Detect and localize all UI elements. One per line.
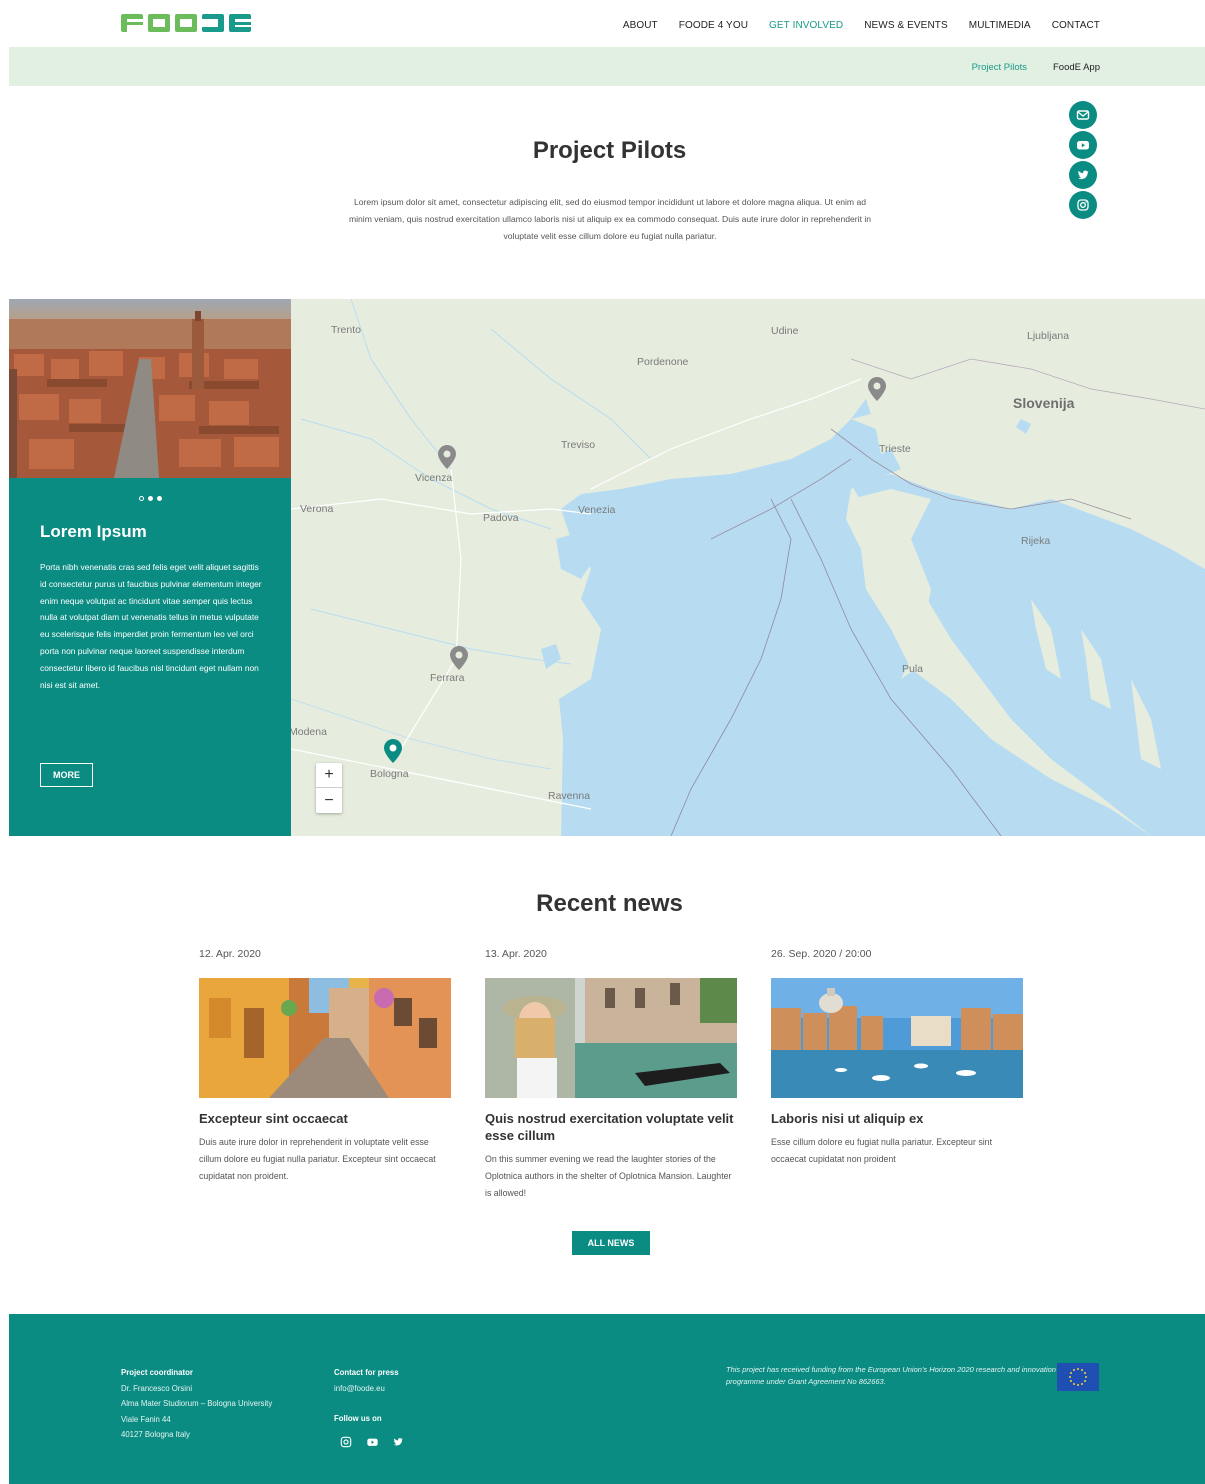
coordinator-street: Viale Fanin 44 <box>121 1414 171 1424</box>
subnav-project-pilots[interactable]: Project Pilots <box>972 62 1027 73</box>
press-heading: Contact for press <box>334 1368 399 1377</box>
twitter-icon[interactable] <box>391 1435 405 1449</box>
footer-coordinator: Project coordinator Dr. Francesco Orsini… <box>121 1365 272 1443</box>
slide-dots <box>9 488 291 506</box>
news-excerpt: Duis aute irure dolor in reprehenderit i… <box>199 1137 436 1181</box>
map-pin-ferrara[interactable] <box>450 646 468 670</box>
news-image[interactable] <box>485 978 737 1098</box>
more-button[interactable]: MORE <box>40 763 93 787</box>
news-card[interactable]: 26. Sep. 2020 / 20:00 Laboris nisi ut al… <box>771 948 1023 1168</box>
news-headline[interactable]: Quis nostrud exercitation voluptate veli… <box>485 1110 737 1144</box>
map-zoom-control: + − <box>316 763 342 813</box>
instagram-icon[interactable] <box>339 1435 353 1449</box>
map-label-trieste: Trieste <box>879 443 911 455</box>
news-excerpt: Esse cillum dolore eu fugiat nulla paria… <box>771 1137 993 1164</box>
news-card[interactable]: 13. Apr. 2020 Quis nostrud exercitation … <box>485 948 737 1202</box>
youtube-icon[interactable] <box>365 1435 379 1449</box>
coordinator-city: 40127 Bologna Italy <box>121 1430 190 1439</box>
map-label-bologna: Bologna <box>370 768 409 780</box>
nav-foode-4-you[interactable]: FOODE 4 YOU <box>679 20 748 31</box>
map-pin-trieste[interactable] <box>868 377 886 401</box>
news-date: 26. Sep. 2020 / 20:00 <box>771 948 872 960</box>
nav-multimedia[interactable]: MULTIMEDIA <box>969 20 1031 31</box>
map-label-rijeka: Rijeka <box>1021 535 1051 547</box>
site-footer: Project coordinator Dr. Francesco Orsini… <box>9 1314 1205 1484</box>
mail-icon[interactable] <box>1069 101 1097 129</box>
intro-paragraph: Lorem ipsum dolor sit amet, consectetur … <box>348 197 872 241</box>
map-label-trento: Trento <box>331 324 361 336</box>
nav-news-events[interactable]: NEWS & EVENTS <box>864 20 948 31</box>
main-nav: ABOUT FOODE 4 YOU GET INVOLVED NEWS & EV… <box>602 20 1100 31</box>
map-label-modena: Modena <box>291 726 327 738</box>
page-title: Project Pilots <box>532 137 687 164</box>
footer-press: Contact for press info@foode.eu Follow u… <box>334 1365 399 1427</box>
map-label-vicenza: Vicenza <box>415 472 453 484</box>
follow-us-label: Follow us on <box>334 1414 382 1423</box>
news-date: 12. Apr. 2020 <box>199 948 261 960</box>
pilot-city-photo <box>9 299 291 478</box>
map-label-verona: Verona <box>300 503 334 515</box>
all-news-button[interactable]: ALL NEWS <box>572 1231 650 1255</box>
map-label-pordenone: Pordenone <box>637 356 689 368</box>
slide-dot-3[interactable] <box>156 496 162 501</box>
zoom-out-button[interactable]: − <box>316 788 342 813</box>
recent-news-title: Recent news <box>536 890 683 917</box>
pilots-map-section: Lorem Ipsum Porta nibh venenatis cras se… <box>9 299 1205 836</box>
map-label-ferrara: Ferrara <box>430 672 465 684</box>
twitter-icon[interactable] <box>1069 161 1097 189</box>
nav-get-involved[interactable]: GET INVOLVED <box>769 20 843 31</box>
slide-dot-2[interactable] <box>147 496 153 501</box>
pilot-info-panel: Lorem Ipsum Porta nibh venenatis cras se… <box>9 299 291 836</box>
pilot-title: Lorem Ipsum <box>40 522 147 541</box>
map-label-pula: Pula <box>902 663 924 675</box>
foode-logo[interactable] <box>121 12 251 34</box>
news-headline[interactable]: Excepteur sint occaecat <box>199 1110 451 1127</box>
news-image[interactable] <box>771 978 1023 1098</box>
map-label-ravenna: Ravenna <box>548 790 591 802</box>
map-label-padova: Padova <box>483 512 519 524</box>
zoom-in-button[interactable]: + <box>316 763 342 788</box>
map-label-ljubljana: Ljubljana <box>1027 330 1070 342</box>
eu-flag-icon <box>1057 1363 1099 1391</box>
nav-contact[interactable]: CONTACT <box>1052 20 1100 31</box>
coordinator-heading: Project coordinator <box>121 1368 193 1377</box>
footer-social-icons <box>339 1435 405 1449</box>
map-label-udine: Udine <box>771 325 799 337</box>
instagram-icon[interactable] <box>1069 191 1097 219</box>
subnav-foode-app[interactable]: FoodE App <box>1053 62 1100 73</box>
slide-dot-1[interactable] <box>138 496 144 501</box>
pilots-map[interactable]: Trento Udine Ljubljana Pordenone Sloveni… <box>291 299 1205 836</box>
news-image[interactable] <box>199 978 451 1098</box>
sub-nav: Project Pilots FoodE App <box>9 47 1205 86</box>
map-pin-vicenza[interactable] <box>438 445 456 469</box>
news-date: 13. Apr. 2020 <box>485 948 547 960</box>
pilot-description: Porta nibh venenatis cras sed felis eget… <box>40 562 262 690</box>
funding-notice: This project has received funding from t… <box>726 1365 1056 1386</box>
press-email-link[interactable]: info@foode.eu <box>334 1381 399 1397</box>
map-label-treviso: Treviso <box>561 439 596 451</box>
news-headline[interactable]: Laboris nisi ut aliquip ex <box>771 1110 1023 1127</box>
coordinator-name: Dr. Francesco Orsini <box>121 1383 193 1393</box>
news-excerpt: On this summer evening we read the laugh… <box>485 1154 732 1198</box>
nav-about[interactable]: ABOUT <box>623 20 658 31</box>
map-label-slovenija: Slovenija <box>1013 395 1075 411</box>
news-card[interactable]: 12. Apr. 2020 Excepteur sint occaecat Du… <box>199 948 451 1185</box>
site-header: ABOUT FOODE 4 YOU GET INVOLVED NEWS & EV… <box>9 0 1205 47</box>
map-label-venezia: Venezia <box>578 504 616 516</box>
coordinator-institution: Alma Mater Studiorum – Bologna Universit… <box>121 1399 273 1408</box>
map-pin-bologna[interactable] <box>384 739 402 763</box>
